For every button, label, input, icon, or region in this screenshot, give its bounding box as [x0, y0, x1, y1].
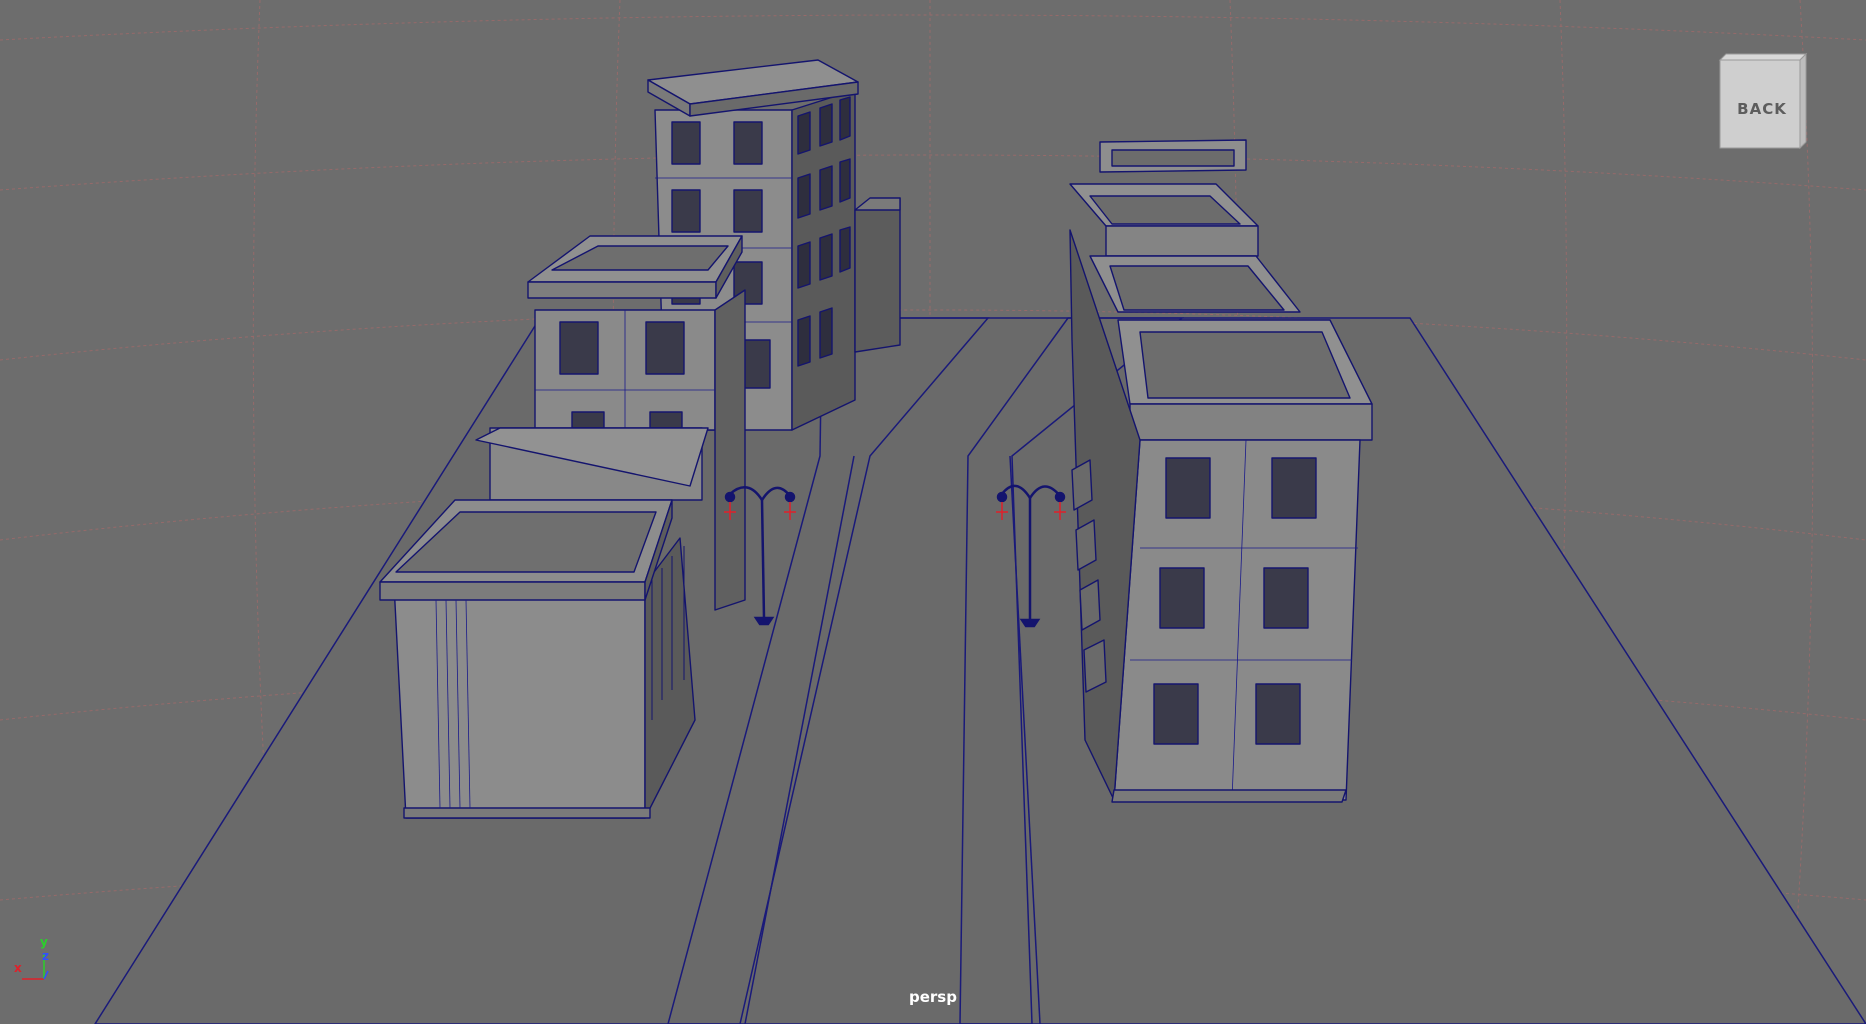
ground-plane[interactable]: [94, 317, 1866, 1024]
building-row-right[interactable]: [1069, 139, 1373, 803]
axis-y-label: y: [40, 935, 48, 949]
building-front-left[interactable]: [379, 427, 709, 819]
view-cube-back-face[interactable]: BACK: [1719, 100, 1805, 118]
axis-gizmo-lines: [22, 953, 49, 980]
axis-orientation-gizmo: x y z: [10, 935, 60, 985]
camera-name-label: persp: [909, 988, 957, 1006]
axis-z-label: z: [42, 949, 49, 963]
viewport-persp[interactable]: BACK x y z persp: [0, 0, 1866, 1024]
scene-wireframe[interactable]: [0, 0, 1866, 1024]
axis-x-label: x: [14, 961, 22, 975]
